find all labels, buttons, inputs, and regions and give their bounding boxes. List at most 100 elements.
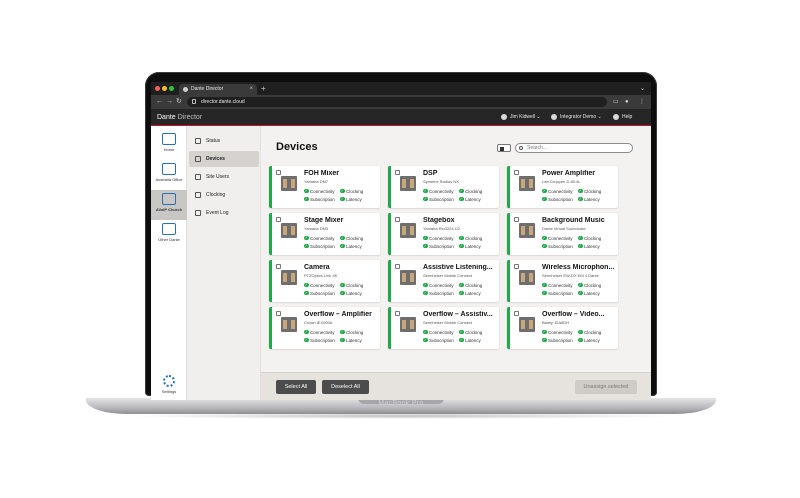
main-content: Devices Search... FOH Mixer Yamaha DM7 Con… (261, 126, 651, 400)
nav-item-clocking[interactable]: Clocking (189, 187, 259, 203)
status-subscription: Subscription (423, 337, 454, 343)
status-subscription: Subscription (542, 243, 573, 249)
status-latency: Latency (578, 196, 600, 202)
search-input[interactable]: Search... (515, 143, 633, 153)
card-checkbox[interactable] (276, 217, 281, 222)
status-latency: Latency (340, 243, 362, 249)
browser-toolbar: ← → ↻ director.dante.cloud ▭ ● ⋮ (151, 95, 651, 109)
new-tab-icon[interactable]: + (261, 83, 266, 95)
rail-item-australia-office[interactable]: Australia Office (151, 160, 187, 190)
device-model: Yamaha DM7 (304, 179, 329, 184)
device-model: Symetrix Radius NX (423, 179, 459, 184)
device-card[interactable]: Camera PTZOptics Link 4K Connectivity Clock… (269, 260, 380, 302)
reload-icon[interactable]: ↻ (176, 97, 182, 107)
org-menu[interactable]: Integrator Demo ⌄ (551, 112, 602, 123)
card-checkbox[interactable] (276, 311, 281, 316)
brand-logo[interactable]: Dante Director (157, 112, 202, 123)
home-icon (162, 133, 176, 145)
status-connectivity: Connectivity (304, 188, 335, 194)
status-clocking: Clocking (340, 329, 363, 335)
device-image-icon (281, 223, 297, 238)
status-connectivity: Connectivity (542, 282, 573, 288)
site-info-icon[interactable] (192, 99, 196, 104)
maximize-window-icon[interactable] (169, 86, 174, 91)
close-tab-icon[interactable]: × (249, 84, 253, 95)
cast-icon[interactable]: ▭ (613, 97, 619, 107)
nav-item-devices[interactable]: Devices (189, 151, 259, 167)
gear-icon (163, 375, 175, 387)
status-latency: Latency (459, 243, 481, 249)
org-name: Integrator Demo (560, 114, 597, 120)
device-card[interactable]: Stage Mixer Yamaha DM3 Connectivity Clockin… (269, 213, 380, 255)
status-connectivity: Connectivity (423, 235, 454, 241)
device-model: Sennheiser Mobile Connect (423, 273, 473, 278)
card-checkbox[interactable] (514, 170, 519, 175)
rail-label: AVoIP Church (155, 207, 183, 212)
status-icon (195, 138, 201, 144)
select-all-button[interactable]: Select All (276, 380, 316, 394)
card-checkbox[interactable] (395, 264, 400, 269)
device-card[interactable]: Assistive Listening... Sennheiser Mobile … (388, 260, 499, 302)
card-checkbox[interactable] (395, 217, 400, 222)
nav-item-status[interactable]: Status (189, 133, 259, 149)
address-bar[interactable]: director.dante.cloud (187, 97, 607, 107)
status-latency: Latency (578, 243, 600, 249)
status-connectivity: Connectivity (304, 282, 335, 288)
forward-arrow-icon[interactable]: → (166, 97, 173, 107)
device-card[interactable]: Power Amplifier Lab.Gruppen D 80:4L Connec… (507, 166, 618, 208)
view-toggle-button[interactable] (497, 144, 511, 152)
device-name: Assistive Listening... (423, 264, 493, 271)
device-name: Overflow – Amplifier (304, 311, 372, 318)
log-icon (195, 210, 201, 216)
device-card[interactable]: DSP Symetrix Radius NX Connectivity Clockin… (388, 166, 499, 208)
device-name: DSP (423, 170, 438, 177)
status-latency: Latency (459, 196, 481, 202)
nav-item-site-users[interactable]: Site Users (189, 169, 259, 185)
nav-label: Event Log (206, 210, 229, 216)
card-checkbox[interactable] (514, 264, 519, 269)
back-arrow-icon[interactable]: ← (156, 97, 163, 107)
nav-item-event-log[interactable]: Event Log (189, 205, 259, 221)
device-image-icon (281, 270, 297, 285)
rail-item-settings[interactable]: Settings (151, 372, 187, 400)
card-checkbox[interactable] (395, 170, 400, 175)
device-card[interactable]: Overflow – Assistiv... Sennheiser Mobile … (388, 307, 499, 349)
card-checkbox[interactable] (514, 217, 519, 222)
help-link[interactable]: Help (613, 112, 632, 123)
chevron-down-icon[interactable]: ⌄ (640, 83, 645, 95)
card-checkbox[interactable] (276, 170, 281, 175)
brand-name: Dante (157, 114, 176, 121)
rail-item-home[interactable]: Home (151, 130, 187, 160)
device-model: Yamaha DM3 (304, 226, 329, 231)
minimize-window-icon[interactable] (162, 86, 167, 91)
more-menu-icon[interactable]: ⋮ (639, 97, 645, 107)
close-window-icon[interactable] (155, 86, 160, 91)
favicon-icon (183, 87, 188, 92)
device-card[interactable]: Wireless Microphon... Sennheiser EW-DX EM… (507, 260, 618, 302)
rail-item-avoip-church[interactable]: AVoIP Church (151, 190, 187, 220)
device-card[interactable]: Overflow – Amplifier Crown IEX000A Connect… (269, 307, 380, 349)
device-card[interactable]: Background Music Dante Virtual Soundcard C… (507, 213, 618, 255)
status-latency: Latency (459, 337, 481, 343)
profile-icon[interactable]: ● (625, 97, 629, 107)
card-checkbox[interactable] (395, 311, 400, 316)
device-card[interactable]: Stagebox Yamaha Rio3224-D2 Connectivity Clo… (388, 213, 499, 255)
card-checkbox[interactable] (514, 311, 519, 316)
user-menu[interactable]: Jim Kidwell ⌄ (501, 112, 541, 123)
status-clocking: Clocking (459, 188, 482, 194)
device-card[interactable]: Overflow – Video... Biamp IDA8DH Connectiv… (507, 307, 618, 349)
org-icon (551, 113, 557, 120)
unassign-selected-button[interactable]: Unassign selected (575, 380, 637, 394)
status-subscription: Subscription (304, 290, 335, 296)
browser-tab[interactable]: Dante Director × (179, 84, 257, 95)
status-connectivity: Connectivity (304, 329, 335, 335)
status-clocking: Clocking (578, 282, 601, 288)
card-checkbox[interactable] (276, 264, 281, 269)
users-icon (195, 174, 201, 180)
nav-label: Devices (206, 156, 225, 162)
deselect-all-button[interactable]: Deselect All (322, 380, 369, 394)
device-image-icon (400, 317, 416, 332)
rail-item-other-dante[interactable]: Other Dante (151, 220, 187, 250)
browser-tab-strip: Dante Director × + ⌄ (151, 82, 651, 95)
device-card[interactable]: FOH Mixer Yamaha DM7 Connectivity Clocking S… (269, 166, 380, 208)
